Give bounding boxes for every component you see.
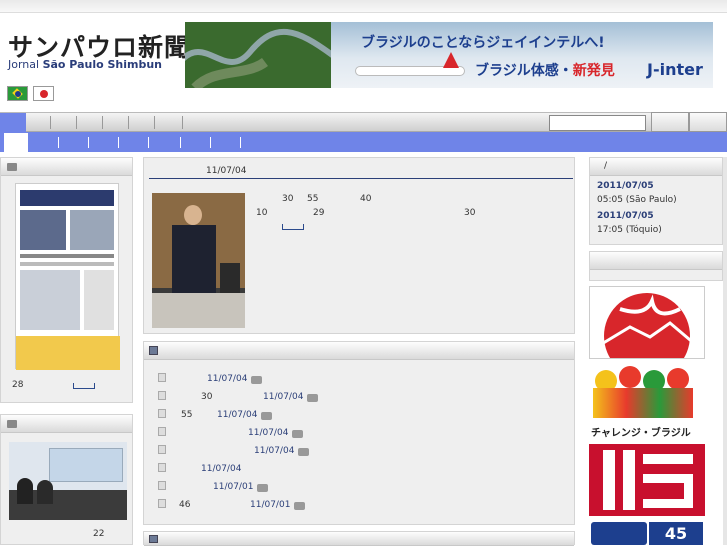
clock-title: / [604,161,608,171]
subnav-separator [180,137,181,148]
sao-paulo-date: 2011/07/05 [597,181,654,191]
news-item[interactable]: 55 11/07/04 [144,409,574,423]
red-logo-ad[interactable] [589,444,705,516]
challenge-brazil-ad[interactable]: チャレンジ・ブラジル [589,364,705,441]
sao-paulo-time: 05:05 (São Paulo) [597,195,677,205]
list-icon [149,535,158,543]
nav-separator [128,116,129,129]
video-panel: 22 [0,414,133,545]
panel-header: / [590,158,722,176]
doc-icon [158,373,166,382]
banner-subtitle: ブラジル体感・新発見 [475,63,615,79]
nav-separator [102,116,103,129]
banner-brand: J-inter [647,60,703,79]
news-item[interactable]: 30 11/07/04 [144,391,574,405]
subnav-separator [210,137,211,148]
article-num-5: 29 [313,208,325,218]
logo-english: Jornal São Paulo Shimbun [8,58,163,71]
site-logo[interactable]: サンパウロ新聞 Jornal São Paulo Shimbun [4,22,189,78]
doc-icon [158,409,166,418]
doc-icon [158,391,166,400]
tokyo-date: 2011/07/05 [597,211,654,221]
read-more-link[interactable] [282,224,304,230]
article-num-1: 30 [282,194,294,204]
subnav-separator [240,137,241,148]
camera-icon [251,376,262,384]
banner-headline: ブラジルのことならジェイインテルへ! [361,35,605,51]
sidebar-panel [589,251,723,281]
doc-icon [158,499,166,508]
red-sun-ad[interactable] [589,286,705,359]
clock-panel: / 2011/07/05 05:05 (São Paulo) 2011/07/0… [589,157,723,245]
article-date: 11/07/04 [206,166,247,176]
challenge-brazil-label: チャレンジ・ブラジル [591,428,691,439]
anniversary-ad[interactable]: 45 [589,520,705,545]
nav-separator [50,116,51,129]
subnav-separator [148,137,149,148]
camera-icon [257,484,268,492]
video-count: 22 [93,529,105,539]
panel-header [1,415,132,433]
newspaper-edition-panel: 28 [0,157,133,403]
brazil-flag-icon[interactable] [7,86,28,101]
list-icon [149,346,158,355]
panel-header [144,342,574,360]
news-list-panel: 11/07/04 30 11/07/04 55 11/07/04 11/07/0… [143,341,575,525]
camera-icon [261,412,272,420]
nav-separator [182,116,183,129]
subnav-separator [58,137,59,148]
video-thumbnail[interactable] [9,442,127,520]
doc-icon [158,481,166,490]
more-link[interactable] [73,383,95,389]
news-item[interactable]: 11/07/01 [144,481,574,495]
search-button[interactable] [651,112,689,132]
article-num-2: 55 [307,194,319,204]
panel-header [590,252,722,270]
news-item[interactable]: 11/07/04 [144,427,574,441]
doc-icon [158,445,166,454]
camera-icon [292,430,303,438]
article-num-3: 40 [360,194,372,204]
top-strip [0,0,727,13]
article-photo[interactable] [152,193,245,328]
search-input[interactable] [549,115,646,131]
article-num-4: 10 [256,208,268,218]
panel-header [144,532,574,546]
camera-icon [298,448,309,456]
top-article-panel: 11/07/04 30 55 40 10 29 30 [143,157,575,334]
newspaper-icon [7,420,17,428]
doc-icon [158,427,166,436]
news-item[interactable]: 11/07/04 [144,373,574,387]
subnav-separator [88,137,89,148]
subnav-active-tab[interactable] [4,133,28,152]
news-item[interactable]: 11/07/04 [144,445,574,459]
anniversary-number: 45 [649,522,703,545]
japan-flag-icon[interactable] [33,86,54,101]
page-edge [723,157,727,545]
article-num-6: 30 [464,208,476,218]
camera-icon [294,502,305,510]
next-panel [143,531,575,546]
article-rule [149,178,573,179]
news-item[interactable]: 46 11/07/01 [144,499,574,513]
banner-river-photo [185,22,337,88]
sub-navigation [0,132,727,152]
newspaper-icon [7,163,17,171]
edition-count: 28 [12,380,24,390]
camera-icon [307,394,318,402]
newspaper-page-thumbnail[interactable] [15,183,120,370]
jinter-banner-ad[interactable]: ブラジルのことならジェイインテルへ! ブラジル体感・新発見 J-inter [185,22,713,88]
panel-header [1,158,132,176]
nav-separator [154,116,155,129]
tokyo-time: 17:05 (Tóquio) [597,225,662,235]
doc-icon [158,463,166,472]
nav-home-tab[interactable] [0,113,26,132]
airplane-tail [443,52,459,68]
nav-separator [76,116,77,129]
subnav-separator [118,137,119,148]
news-item[interactable]: 11/07/04 [144,463,574,477]
advanced-search-button[interactable] [689,112,727,132]
